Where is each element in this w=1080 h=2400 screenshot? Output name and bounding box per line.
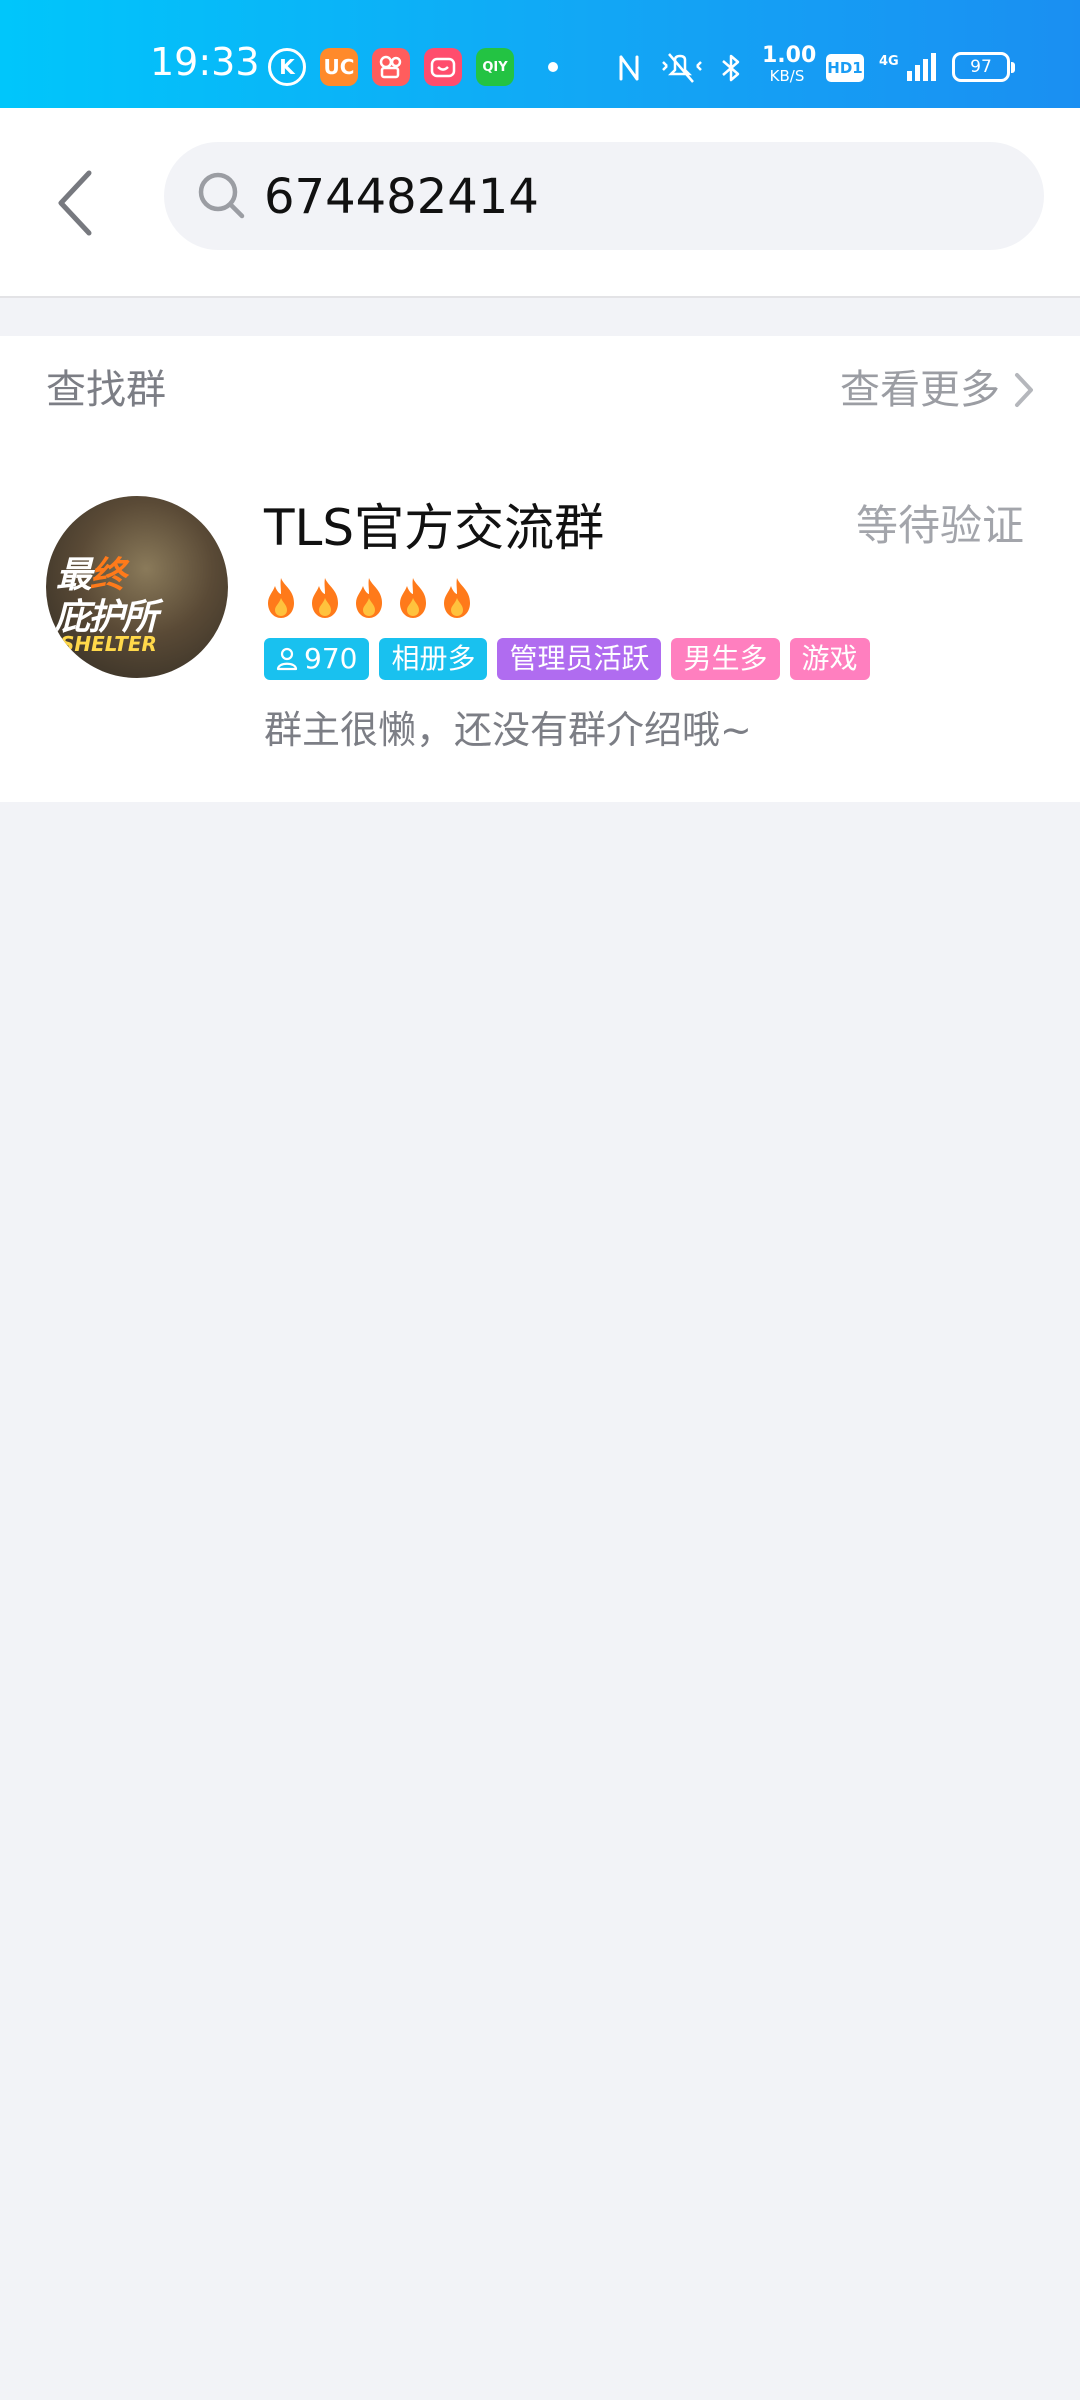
search-query-text[interactable]: 674482414 (264, 170, 539, 224)
group-result-item[interactable]: 最终 庇护所 SHELTER TLS官方交流群 等待验证 970 相册多 管理员… (0, 466, 1080, 766)
mute-icon (658, 50, 706, 86)
chevron-right-icon (1015, 373, 1033, 407)
member-count-tag: 970 (264, 638, 370, 680)
kuaishou-app-icon (372, 48, 410, 86)
chevron-left-icon (58, 170, 92, 236)
search-icon (198, 172, 245, 219)
section-title: 查找群 (46, 367, 166, 413)
tag-active-admins: 管理员活跃 (497, 638, 662, 680)
status-bar: 19:33 K UC QIY 1.00 KB/S HD1 4G 97 (0, 0, 1080, 108)
signal-4g-icon: 4G (876, 50, 938, 86)
network-speed: 1.00 KB/S (762, 43, 817, 86)
bluetooth-icon (716, 50, 746, 86)
flame-icon (356, 578, 382, 618)
svg-text:4G: 4G (879, 54, 899, 69)
see-more-label: 查看更多 (840, 367, 1000, 413)
group-name: TLS官方交流群 (264, 499, 605, 557)
search-header: 674482414 (0, 108, 1080, 298)
avatar-logo-line3: SHELTER (60, 632, 157, 656)
battery-indicator: 97 (952, 52, 1015, 82)
nfc-icon (614, 50, 644, 86)
hd-volte-badge: HD1 (826, 54, 864, 82)
activity-flames (262, 576, 476, 620)
network-speed-value: 1.00 (762, 43, 817, 68)
status-time: 19:33 (150, 40, 260, 84)
member-count: 970 (304, 642, 358, 675)
group-description: 群主很懒，还没有群介绍哦~ (264, 708, 752, 752)
search-input[interactable]: 674482414 (164, 142, 1044, 250)
video-app-icon (424, 48, 462, 86)
flame-icon (268, 578, 294, 618)
uc-browser-app-icon: UC (320, 48, 358, 86)
kugou-app-icon: K (268, 48, 306, 86)
pending-verification-status: 等待验证 (855, 501, 1024, 550)
flame-icon (444, 578, 470, 618)
tag-gaming: 游戏 (789, 638, 870, 680)
network-speed-unit: KB/S (769, 67, 805, 85)
group-avatar[interactable]: 最终 庇护所 SHELTER (46, 496, 228, 678)
see-more-button[interactable]: 查看更多 (840, 366, 1036, 414)
tag-mostly-male: 男生多 (671, 638, 780, 680)
tag-albums: 相册多 (379, 638, 488, 680)
person-icon (276, 647, 298, 671)
group-tags: 970 相册多 管理员活跃 男生多 游戏 (264, 638, 870, 680)
group-search-results: 查找群 查看更多 最终 庇护所 SHELTER TLS官方交流群 等待验证 97… (0, 336, 1080, 802)
back-button[interactable] (40, 153, 110, 253)
flame-icon (312, 578, 338, 618)
iqiyi-app-icon: QIY (476, 48, 514, 86)
flame-icon (400, 578, 426, 618)
notification-dot (548, 62, 558, 72)
